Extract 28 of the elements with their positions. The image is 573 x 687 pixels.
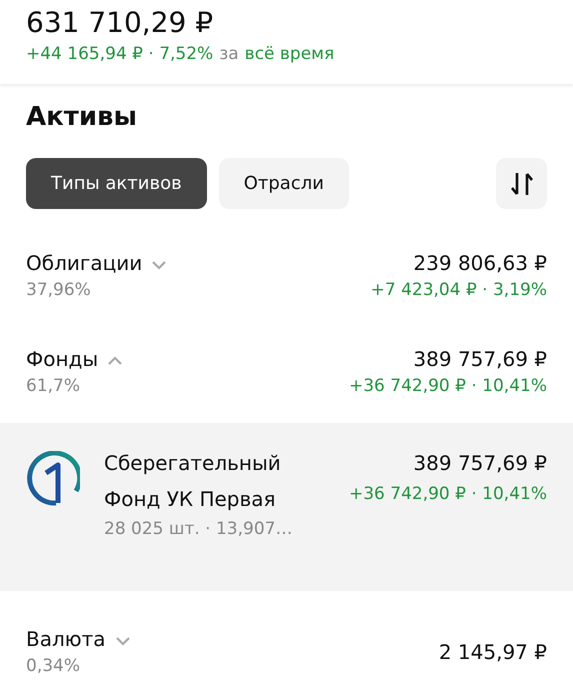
holding-change: +36 742,90 ₽ · 10,41%	[348, 483, 547, 506]
group-value: 239 806,63 ₽	[413, 250, 547, 277]
group-change: +7 423,04 ₽ · 3,19%	[370, 279, 547, 302]
portfolio-total: 631 710,29 ₽	[26, 5, 214, 41]
group-value: 389 757,69 ₽	[413, 346, 547, 373]
logo-icon	[26, 451, 80, 507]
holding-details: 28 025 шт. · 13,907…	[104, 518, 294, 541]
group-name[interactable]: Валюта	[26, 625, 106, 653]
holding-row[interactable]: Сберегательный Фонд УК Первая 28 025 шт. · 13,907… 389 757,69 ₽ +36 742,90 ₽ · 10,41%	[0, 423, 573, 591]
group-share: 37,96%	[26, 279, 92, 302]
group-share: 0,34%	[26, 655, 82, 678]
chevron-up-icon[interactable]	[106, 355, 124, 367]
period-prefix: за	[219, 43, 239, 66]
group-name[interactable]: Фонды	[26, 345, 98, 373]
group-name[interactable]: Облигации	[26, 249, 142, 277]
group-change: +36 742,90 ₽ · 10,41%	[348, 375, 547, 398]
chevron-down-icon[interactable]	[150, 259, 168, 271]
group-value: 2 145,97 ₽	[438, 639, 547, 666]
filter-tab[interactable]: Отрасли	[218, 158, 349, 209]
holding-value: 389 757,69 ₽	[413, 450, 547, 477]
holding-name: Сберегательный Фонд УК Первая	[104, 450, 282, 513]
total-change: +44 165,94 ₽ · 7,52%	[26, 43, 214, 66]
sort-button[interactable]	[496, 158, 547, 209]
period-link[interactable]: всё время	[244, 42, 334, 66]
chevron-down-icon[interactable]	[114, 635, 132, 647]
section-title: Активы	[26, 101, 138, 134]
filter-tab[interactable]: Типы активов	[26, 158, 207, 209]
group-share: 61,7%	[26, 375, 82, 398]
